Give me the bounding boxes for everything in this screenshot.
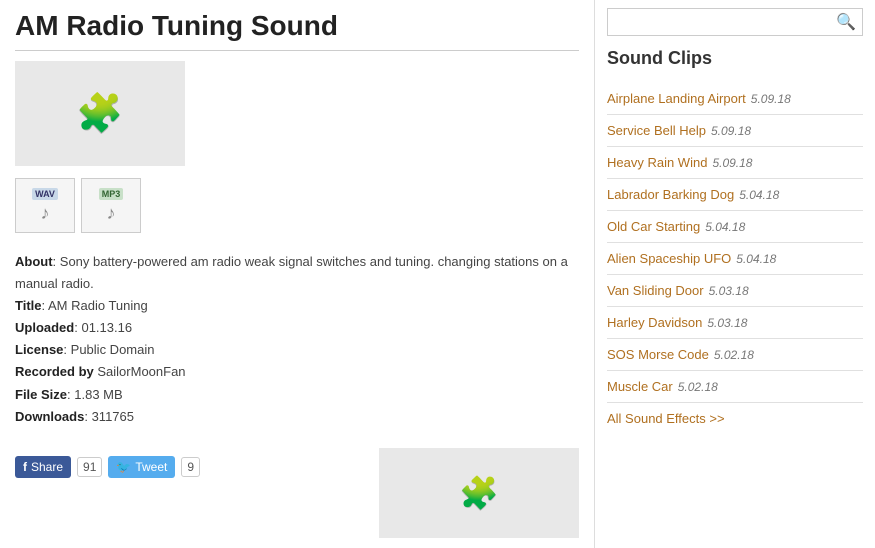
clip-item[interactable]: Service Bell Help 5.09.18 xyxy=(607,115,863,147)
wav-note-icon: ♪ xyxy=(41,203,50,224)
clip-item[interactable]: Van Sliding Door 5.03.18 xyxy=(607,275,863,307)
clips-list: Airplane Landing Airport 5.09.18Service … xyxy=(607,83,863,403)
clip-item[interactable]: Airplane Landing Airport 5.09.18 xyxy=(607,83,863,115)
about-label: About xyxy=(15,254,53,269)
all-effects-link[interactable]: All Sound Effects >> xyxy=(607,411,863,426)
clip-date: 5.04.18 xyxy=(705,220,745,234)
twitter-tweet-button[interactable]: 🐦 Tweet xyxy=(108,456,175,478)
clip-item[interactable]: Heavy Rain Wind 5.09.18 xyxy=(607,147,863,179)
recorded-label: Recorded by xyxy=(15,364,94,379)
page-title: AM Radio Tuning Sound xyxy=(15,10,579,51)
filesize-label: File Size xyxy=(15,387,67,402)
ad-puzzle-icon: 🧩 xyxy=(459,474,499,512)
clip-name[interactable]: Airplane Landing Airport xyxy=(607,91,746,106)
clip-date: 5.03.18 xyxy=(707,316,747,330)
search-bar[interactable]: 🔍 xyxy=(607,8,863,36)
ad-banner: 🧩 xyxy=(379,448,579,538)
clip-item[interactable]: Harley Davidson 5.03.18 xyxy=(607,307,863,339)
clip-name[interactable]: Labrador Barking Dog xyxy=(607,187,734,202)
clip-name[interactable]: Heavy Rain Wind xyxy=(607,155,707,170)
about-text: : Sony battery-powered am radio weak sig… xyxy=(15,254,568,291)
mp3-download-button[interactable]: MP3 ♪ xyxy=(81,178,141,233)
wav-label: WAV xyxy=(32,188,58,200)
downloads-colon: : xyxy=(84,409,91,424)
clip-date: 5.09.18 xyxy=(751,92,791,106)
clip-name[interactable]: Service Bell Help xyxy=(607,123,706,138)
recorded-value: SailorMoonFan xyxy=(97,364,185,379)
downloads-label: Downloads xyxy=(15,409,84,424)
main-content: AM Radio Tuning Sound 🧩 WAV ♪ MP3 ♪ Abou… xyxy=(0,0,595,548)
clip-date: 5.09.18 xyxy=(712,156,752,170)
tw-label: Tweet xyxy=(135,460,167,474)
title-value: AM Radio Tuning xyxy=(48,298,148,313)
fb-label: Share xyxy=(31,460,63,474)
search-input[interactable] xyxy=(614,15,836,30)
clip-item[interactable]: Alien Spaceship UFO 5.04.18 xyxy=(607,243,863,275)
search-icon[interactable]: 🔍 xyxy=(836,12,856,32)
facebook-count: 91 xyxy=(77,457,102,477)
sidebar: 🔍 Sound Clips Airplane Landing Airport 5… xyxy=(595,0,875,548)
clip-date: 5.02.18 xyxy=(678,380,718,394)
clip-item[interactable]: Muscle Car 5.02.18 xyxy=(607,371,863,403)
clip-item[interactable]: Labrador Barking Dog 5.04.18 xyxy=(607,179,863,211)
sound-clips-title: Sound Clips xyxy=(607,48,863,73)
license-colon: : xyxy=(63,342,70,357)
twitter-count: 9 xyxy=(181,457,200,477)
clip-date: 5.04.18 xyxy=(736,252,776,266)
mp3-note-icon: ♪ xyxy=(107,203,116,224)
clip-name[interactable]: Harley Davidson xyxy=(607,315,702,330)
meta-section: About: Sony battery-powered am radio wea… xyxy=(15,251,579,428)
clip-date: 5.02.18 xyxy=(714,348,754,362)
uploaded-value: 01.13.16 xyxy=(81,320,132,335)
fb-icon: f xyxy=(23,460,27,474)
clip-item[interactable]: SOS Morse Code 5.02.18 xyxy=(607,339,863,371)
license-value: Public Domain xyxy=(71,342,155,357)
tw-icon: 🐦 xyxy=(116,460,131,474)
mp3-label: MP3 xyxy=(99,188,124,200)
puzzle-icon: 🧩 xyxy=(76,92,123,136)
uploaded-label: Uploaded xyxy=(15,320,74,335)
file-icons-row: WAV ♪ MP3 ♪ xyxy=(15,178,579,233)
filesize-value: 1.83 MB xyxy=(74,387,122,402)
clip-date: 5.04.18 xyxy=(739,188,779,202)
license-label: License xyxy=(15,342,63,357)
title-label: Title xyxy=(15,298,42,313)
clip-date: 5.09.18 xyxy=(711,124,751,138)
clip-item[interactable]: Old Car Starting 5.04.18 xyxy=(607,211,863,243)
facebook-share-button[interactable]: f Share xyxy=(15,456,71,478)
clip-name[interactable]: SOS Morse Code xyxy=(607,347,709,362)
wav-download-button[interactable]: WAV ♪ xyxy=(15,178,75,233)
clip-name[interactable]: Old Car Starting xyxy=(607,219,700,234)
social-bar: f Share 91 🐦 Tweet 9 xyxy=(15,456,249,478)
clip-name[interactable]: Van Sliding Door xyxy=(607,283,704,298)
clip-date: 5.03.18 xyxy=(709,284,749,298)
main-thumbnail: 🧩 xyxy=(15,61,185,166)
downloads-value: 311765 xyxy=(92,409,134,424)
clip-name[interactable]: Muscle Car xyxy=(607,379,673,394)
clip-name[interactable]: Alien Spaceship UFO xyxy=(607,251,731,266)
